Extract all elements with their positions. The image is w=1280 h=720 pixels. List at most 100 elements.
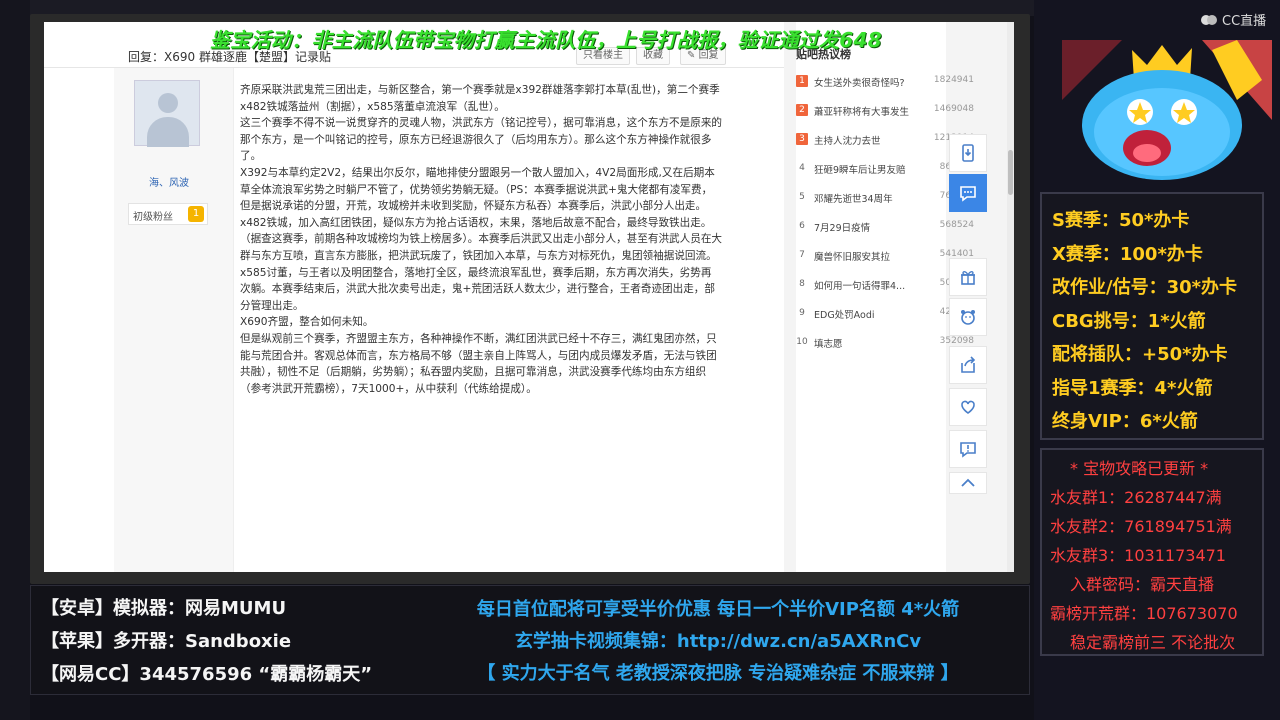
- post-paragraph: 齐原采联洪武鬼荒三团出走，与新区整合，第一个赛季就是x392群雄落李郭打本草(乱…: [240, 84, 720, 113]
- fan-level-number: 1: [188, 206, 204, 222]
- hot-topic-rank: 5: [799, 192, 805, 202]
- bear-face-icon: [961, 310, 975, 325]
- back-to-top-button[interactable]: [949, 472, 987, 494]
- fan-level-badge: 初级粉丝 1: [128, 203, 208, 225]
- price-item: X赛季：100*办卡: [1052, 243, 1203, 265]
- hot-topic-text: 主持人沈力去世: [814, 136, 881, 147]
- share-icon: [961, 356, 976, 373]
- group-item: 水友群3：1031173471: [1050, 546, 1226, 565]
- hot-topic-rank: 6: [799, 221, 805, 231]
- hot-topic-text: 魔兽怀旧服安其拉: [814, 252, 891, 263]
- like-button[interactable]: [949, 388, 987, 426]
- client-info-line: 【苹果】多开器：Sandboxie: [41, 631, 292, 652]
- group-item: 水友群1：26287447满: [1050, 488, 1222, 507]
- cc-logo-icon: [1201, 14, 1217, 25]
- avatar-head-shape: [158, 93, 178, 113]
- report-button[interactable]: [949, 430, 987, 468]
- hot-topic-text: 蕭亚轩称将有大事发生: [814, 107, 910, 118]
- post-paragraph: X690齐盟，整合如何未知。: [240, 316, 374, 329]
- cc-logo-text: CC直播: [1222, 14, 1267, 29]
- promo-info: 每日首位配将可享受半价优惠 每日一个半价VIP名额 4*火箭 玄学抽卡视频集锦：…: [413, 594, 1023, 690]
- author-name[interactable]: 海、风波: [149, 174, 189, 189]
- hot-topic-item[interactable]: 2 蕭亚轩称将有大事发生 1469048: [796, 101, 974, 121]
- chevron-up-icon: [961, 478, 975, 487]
- hot-topic-text: EDG处罚Aodi: [814, 310, 875, 321]
- group-item: * 宝物攻略已更新 *: [1070, 459, 1209, 478]
- heart-icon: [961, 400, 975, 414]
- floating-toolbar: [949, 134, 987, 494]
- hot-topic-text: 邓耀先逝世34周年: [814, 194, 893, 205]
- event-banner: 鉴宝活动：非主流队伍带宝物打赢主流队伍，上号打战报，验证通过发648: [210, 28, 882, 52]
- group-item: 入群密码：霸天直播: [1070, 575, 1215, 594]
- post-paragraph: 但是纵观前三个赛季，齐盟盟主东方，各种神操作不断，满红团洪武已经十不存三，满红鬼…: [240, 332, 717, 395]
- gift-box-icon: [961, 271, 975, 285]
- share-button[interactable]: [949, 346, 987, 384]
- hot-topic-text: 如何用一句话得罪4...: [814, 281, 906, 292]
- price-list-panel: S赛季：50*办卡 X赛季：100*办卡 改作业/估号：30*办卡 CBG挑号：…: [1040, 192, 1264, 440]
- bottom-info-bar: 【安卓】模拟器：网易MUMU 【苹果】多开器：Sandboxie 【网易CC】3…: [30, 585, 1030, 695]
- hot-topic-text: 填志愿: [814, 339, 843, 350]
- hot-topic-item[interactable]: 6 7月29日疫情 568524: [796, 217, 974, 237]
- author-card: 海、风波 初级粉丝 1: [114, 68, 234, 572]
- hot-topic-rank: 3: [796, 133, 808, 145]
- price-item: S赛季：50*办卡: [1052, 210, 1190, 231]
- alert-icon: [960, 442, 976, 458]
- hot-topic-text: 女生送外卖很奇怪吗?: [814, 78, 905, 89]
- phone-download-icon: [962, 144, 974, 162]
- hot-topic-rank: 4: [799, 163, 805, 173]
- avatar-body-shape: [147, 117, 189, 147]
- left-strip: [0, 0, 30, 720]
- promo-line: 【 实力大于名气 老教授深夜把脉 专治疑难杂症 不服来辩 】: [477, 663, 959, 684]
- client-info-line: 【网易CC】344576596 “霸霸杨霸天”: [41, 664, 373, 685]
- hot-topic-item[interactable]: 7 魔兽怀旧服安其拉 541401: [796, 246, 974, 266]
- group-item: 水友群2：761894751满: [1050, 517, 1232, 536]
- stream-frame: 回复：X690 群雄逐鹿【楚盟】记录贴 只看楼主 收藏 ✎ 回复 海、风波 初级…: [0, 0, 1280, 720]
- hot-topic-item[interactable]: 5 邓耀先逝世34周年 765647: [796, 188, 974, 208]
- post-body: 齐原采联洪武鬼荒三团出走，与新区整合，第一个赛季就是x392群雄落李郭打本草(乱…: [240, 82, 722, 397]
- promo-line: 玄学抽卡视频集锦：http://dwz.cn/a5AXRnCv: [514, 631, 922, 652]
- hot-topic-item[interactable]: 4 狂砸9瞬车后让男友赔 861400: [796, 159, 974, 179]
- group-item: 稳定霸榜前三 不论批次: [1070, 633, 1236, 652]
- post-paragraph: x482铁城，加入高红团铁团，疑似东方为抢占话语权，末果，落地后故意不配合，最终…: [240, 216, 723, 262]
- client-info-line: 【安卓】模拟器：网易MUMU: [41, 598, 287, 619]
- price-item: CBG挑号：1*火箭: [1052, 310, 1206, 332]
- hot-topic-item[interactable]: 9 EDG处罚Aodi 426436: [796, 304, 974, 324]
- forum-screen: 回复：X690 群雄逐鹿【楚盟】记录贴 只看楼主 收藏 ✎ 回复 海、风波 初级…: [44, 22, 1014, 572]
- hot-topic-text: 狂砸9瞬车后让男友赔: [814, 165, 906, 176]
- message-icon: [960, 186, 976, 202]
- group-item: 霸榜开荒群：107673070: [1050, 604, 1238, 623]
- hot-topic-item[interactable]: 3 主持人沈力去世 1213914: [796, 130, 974, 150]
- post-paragraph: 这三个赛季不得不说一说贯穿齐的灵魂人物，洪武东方（铭记控号），据可靠消息，这个东…: [240, 117, 723, 163]
- hot-topics-panel: 贴吧热议榜 1 女生送外卖很奇怪吗? 1824941 2 蕭亚轩称将有大事发生 …: [796, 22, 974, 572]
- promo-line: 每日首位配将可享受半价优惠 每日一个半价VIP名额 4*火箭: [476, 599, 960, 620]
- forum-page: 回复：X690 群雄逐鹿【楚盟】记录贴 只看楼主 收藏 ✎ 回复 海、风波 初级…: [44, 22, 784, 572]
- hot-topic-rank: 2: [796, 104, 808, 116]
- hot-topic-text: 7月29日疫情: [814, 223, 871, 234]
- hot-topic-item[interactable]: 1 女生送外卖很奇怪吗? 1824941: [796, 72, 974, 92]
- hot-topic-rank: 10: [796, 337, 808, 347]
- mascot-button[interactable]: [949, 298, 987, 336]
- price-item: 配将插队：+50*办卡: [1052, 344, 1228, 365]
- fan-level-label: 初级粉丝: [133, 212, 173, 223]
- client-info: 【安卓】模拟器：网易MUMU 【苹果】多开器：Sandboxie 【网易CC】3…: [41, 592, 372, 691]
- hot-topic-rank: 1: [796, 75, 808, 87]
- hot-topic-item[interactable]: 10 填志愿 352098: [796, 333, 974, 353]
- post-paragraph: x585讨董，与王者以及明团整合，落地打全区，最终流浪军乱世，赛季后期，东方再次…: [240, 266, 715, 312]
- hot-topic-count: 1469048: [933, 104, 974, 114]
- hot-topic-rank: 7: [799, 250, 805, 260]
- price-item: 终身VIP：6*火箭: [1052, 411, 1198, 432]
- page-scrollbar[interactable]: [1007, 22, 1014, 572]
- download-app-button[interactable]: [949, 134, 987, 172]
- avatar[interactable]: [134, 80, 200, 147]
- price-item: 改作业/估号：30*办卡: [1052, 277, 1238, 298]
- cc-live-logo: CC直播: [1200, 10, 1266, 29]
- price-item: 指导1赛季：4*火箭: [1052, 377, 1213, 399]
- hot-topic-item[interactable]: 8 如何用一句话得罪4... 504360: [796, 275, 974, 295]
- chat-message-button[interactable]: [949, 174, 987, 212]
- fan-groups-panel: * 宝物攻略已更新 * 水友群1：26287447满 水友群2：76189475…: [1040, 448, 1264, 656]
- mascot-character-icon: [1062, 40, 1272, 180]
- scrollbar-thumb[interactable]: [1008, 150, 1013, 195]
- lottery-button[interactable]: [949, 258, 987, 296]
- hot-topic-rank: 9: [799, 308, 805, 318]
- hot-topic-count: 1824941: [933, 75, 974, 85]
